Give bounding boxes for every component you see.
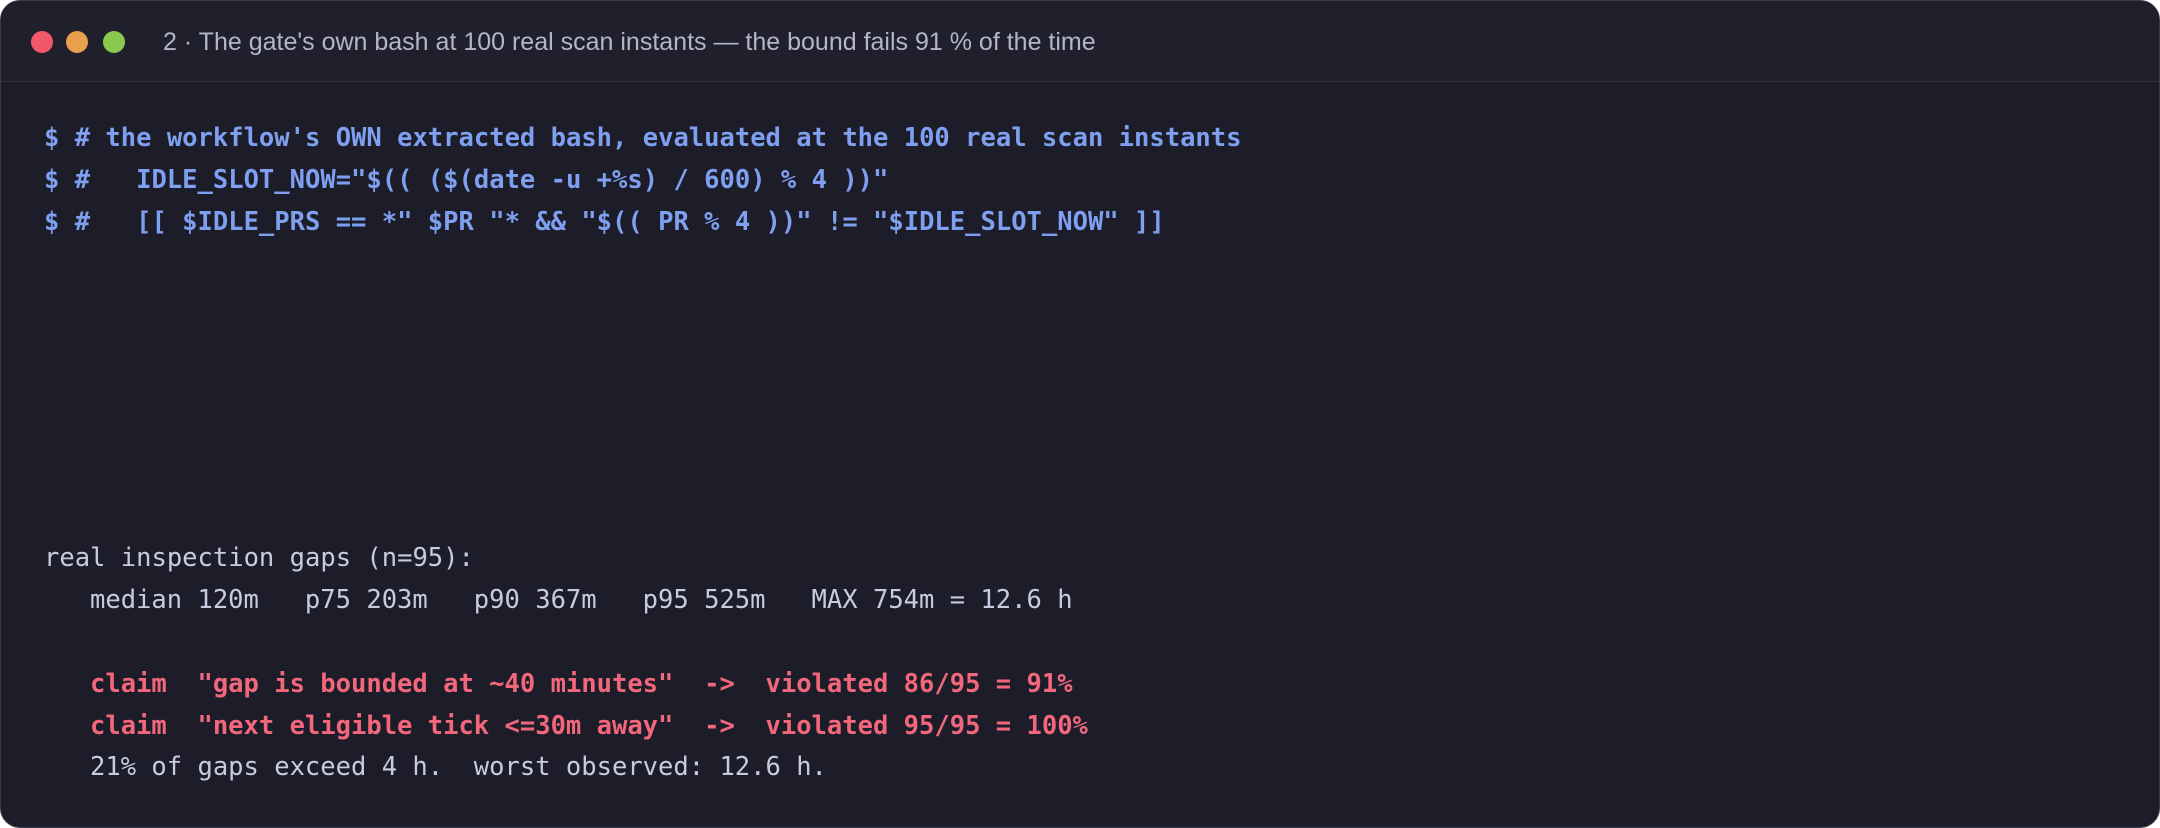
command-line: $ # IDLE_SLOT_NOW="$(( ($(date -u +%s) /… <box>44 165 889 195</box>
gaps-stats: median 120m p75 203m p90 367m p95 525m M… <box>90 585 1073 615</box>
summary-line: 21% of gaps exceed 4 h. worst observed: … <box>90 752 827 782</box>
claim-line: claim "gap is bounded at ~40 minutes" ->… <box>90 669 1073 699</box>
gaps-heading: real inspection gaps (n=95): <box>44 543 474 573</box>
command-line: $ # the workflow's OWN extracted bash, e… <box>44 123 1242 153</box>
command-line: $ # [[ $IDLE_PRS == *" $PR "* && "$(( PR… <box>44 207 1165 237</box>
terminal-output: $ # the workflow's OWN extracted bash, e… <box>1 1 2159 827</box>
terminal-window: 2 · The gate's own bash at 100 real scan… <box>0 0 2160 828</box>
claim-line: claim "next eligible tick <=30m away" ->… <box>90 711 1088 741</box>
